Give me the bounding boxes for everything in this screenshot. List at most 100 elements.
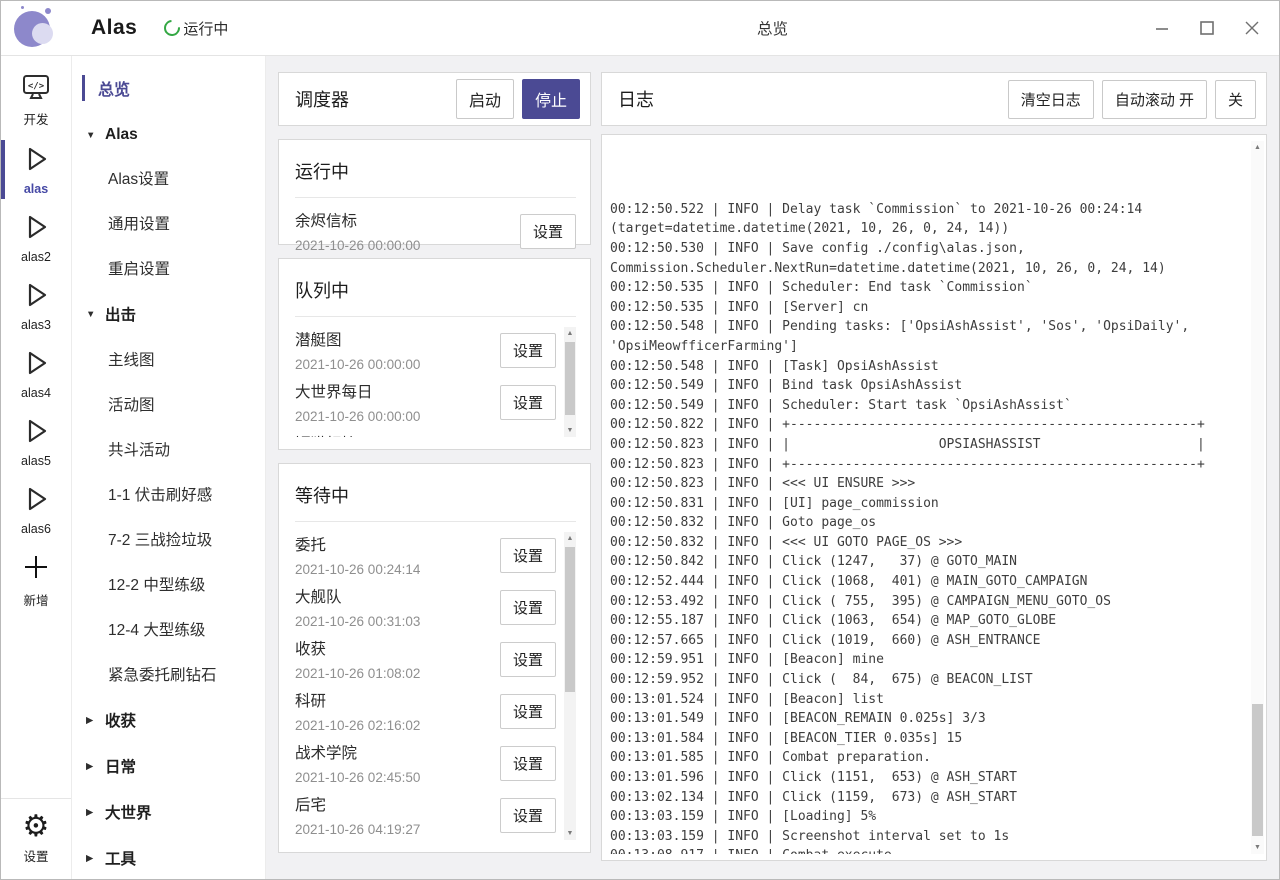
stop-button[interactable]: 停止 bbox=[522, 79, 580, 119]
scroll-down-icon[interactable]: ▼ bbox=[1251, 841, 1264, 854]
scheduler-panel: 调度器 启动 停止 bbox=[278, 72, 591, 126]
nav-group-sortie[interactable]: ▼ 出击 bbox=[72, 303, 265, 325]
log-line: 00:12:50.535 | INFO | [Server] cn bbox=[610, 298, 1249, 318]
nav-group-daily[interactable]: ▶ 日常 bbox=[72, 755, 265, 777]
log-line: 00:12:50.549 | INFO | Bind task OpsiAshA… bbox=[610, 376, 1249, 396]
play-icon bbox=[21, 416, 51, 451]
nav-group-tool[interactable]: ▶ 工具 bbox=[72, 847, 265, 869]
close-button[interactable] bbox=[1237, 13, 1267, 43]
nav-item[interactable]: 7-2 三战捡垃圾 bbox=[72, 528, 265, 550]
log-off-button[interactable]: 关 bbox=[1215, 80, 1256, 119]
task-setting-button[interactable]: 设置 bbox=[520, 214, 576, 249]
log-line: 00:12:59.951 | INFO | [Beacon] mine bbox=[610, 650, 1249, 670]
rail-item-alas[interactable]: alas bbox=[1, 137, 71, 202]
scrollbar-thumb[interactable] bbox=[565, 342, 575, 415]
start-button[interactable]: 启动 bbox=[456, 79, 514, 119]
task-row: 战术学院 2021-10-26 02:45:50 设置 bbox=[295, 740, 556, 792]
nav-menu: 总览 ▼ Alas Alas设置通用设置重启设置 ▼ 出击 主线图活动图共斗活动… bbox=[72, 56, 266, 879]
task-row: 委托 2021-10-26 00:24:14 设置 bbox=[295, 532, 556, 584]
task-name: 委托 bbox=[295, 533, 500, 555]
nav-group-opsi[interactable]: ▶ 大世界 bbox=[72, 801, 265, 823]
nav-item[interactable]: 共斗活动 bbox=[72, 438, 265, 460]
play-icon bbox=[21, 348, 51, 383]
scroll-down-icon[interactable]: ▼ bbox=[564, 827, 576, 840]
task-setting-button[interactable]: 设置 bbox=[500, 590, 556, 625]
log-panel: 00:12:50.522 | INFO | Delay task `Commis… bbox=[601, 134, 1267, 861]
nav-item[interactable]: 12-4 大型练级 bbox=[72, 618, 265, 640]
rail-item-alas5[interactable]: alas5 bbox=[1, 409, 71, 474]
task-row: 余烬信标 2021-10-26 00:00:00 设置 bbox=[295, 208, 576, 260]
log-line: 00:13:01.596 | INFO | Click (1151, 653) … bbox=[610, 768, 1249, 788]
nav-group-reward[interactable]: ▶ 收获 bbox=[72, 709, 265, 731]
nav-group-sortie-items: 主线图活动图共斗活动 1-1 伏击刷好感 7-2 三战捡垃圾 12-2 中型练级 12-… bbox=[72, 348, 265, 685]
minimize-button[interactable] bbox=[1147, 13, 1177, 43]
rail-item-label: 新增 bbox=[23, 590, 48, 609]
rail-item-dev[interactable]: </> 开发 bbox=[1, 66, 71, 134]
scrollbar-thumb[interactable] bbox=[565, 547, 575, 692]
app-window: Alas 运行中 总览 </> bbox=[0, 0, 1280, 880]
rail-item-add[interactable]: 新增 bbox=[1, 545, 71, 615]
nav-group-alas[interactable]: ▼ Alas bbox=[72, 126, 265, 144]
task-time: 2021-10-26 00:00:00 bbox=[295, 238, 520, 253]
nav-group-label: Alas bbox=[105, 126, 138, 144]
rail-item-label: 设置 bbox=[23, 846, 48, 865]
task-name: 后宅 bbox=[295, 793, 500, 815]
autoscroll-toggle-button[interactable]: 自动滚动 开 bbox=[1102, 80, 1207, 119]
clear-log-button[interactable]: 清空日志 bbox=[1008, 80, 1094, 119]
log-line: 00:13:02.134 | INFO | Click (1159, 673) … bbox=[610, 788, 1249, 808]
nav-item[interactable]: 12-2 中型练级 bbox=[72, 573, 265, 595]
scroll-up-icon[interactable]: ▲ bbox=[564, 532, 576, 545]
scrollbar-thumb[interactable] bbox=[1252, 704, 1263, 836]
log-line: 00:13:01.585 | INFO | Combat preparation… bbox=[610, 748, 1249, 768]
running-title: 运行中 bbox=[295, 152, 576, 197]
log-line: 00:12:52.444 | INFO | Click (1068, 401) … bbox=[610, 572, 1249, 592]
nav-item[interactable]: 活动图 bbox=[72, 393, 265, 415]
task-setting-button[interactable]: 设置 bbox=[500, 642, 556, 677]
log-line: 00:12:50.823 | INFO | <<< UI ENSURE >>> bbox=[610, 474, 1249, 494]
task-setting-button[interactable]: 设置 bbox=[500, 694, 556, 729]
nav-item[interactable]: 1-1 伏击刷好感 bbox=[72, 483, 265, 505]
waiting-scrollbar[interactable]: ▲ ▼ bbox=[564, 532, 576, 840]
app-name: Alas bbox=[91, 16, 137, 40]
task-setting-button[interactable]: 设置 bbox=[500, 437, 556, 438]
scheduler-column: 调度器 启动 停止 运行中 余烬信标 2021-10-26 00:00:00 设… bbox=[278, 72, 591, 861]
task-setting-button[interactable]: 设置 bbox=[500, 798, 556, 833]
nav-item[interactable]: 紧急委托刷钻石 bbox=[72, 663, 265, 685]
task-time: 2021-10-26 00:24:14 bbox=[295, 562, 500, 577]
nav-group-label: 日常 bbox=[105, 755, 136, 777]
task-row: 大世界每日 2021-10-26 00:00:00 设置 bbox=[295, 379, 556, 431]
rail-item-alas4[interactable]: alas4 bbox=[1, 341, 71, 406]
page-title: 总览 bbox=[266, 17, 1279, 39]
titlebar: Alas 运行中 总览 bbox=[1, 1, 1279, 56]
nav-group-label: 出击 bbox=[105, 303, 136, 325]
scroll-up-icon[interactable]: ▲ bbox=[1251, 141, 1264, 154]
rail-item-alas6[interactable]: alas6 bbox=[1, 477, 71, 542]
scroll-down-icon[interactable]: ▼ bbox=[564, 424, 576, 437]
log-scrollbar[interactable]: ▲ ▼ bbox=[1251, 141, 1264, 854]
nav-item[interactable]: 通用设置 bbox=[72, 212, 265, 234]
maximize-button[interactable] bbox=[1192, 13, 1222, 43]
nav-item[interactable]: Alas设置 bbox=[72, 167, 265, 189]
code-monitor-icon: </> bbox=[21, 73, 51, 106]
task-name: 余烬信标 bbox=[295, 209, 520, 231]
task-setting-button[interactable]: 设置 bbox=[500, 385, 556, 420]
nav-group-label: 工具 bbox=[105, 847, 136, 869]
task-setting-button[interactable]: 设置 bbox=[500, 333, 556, 368]
task-time: 2021-10-26 00:31:03 bbox=[295, 614, 500, 629]
nav-item[interactable]: 重启设置 bbox=[72, 257, 265, 279]
log-line: 00:12:50.535 | INFO | Scheduler: End tas… bbox=[610, 278, 1249, 298]
nav-item[interactable]: 主线图 bbox=[72, 348, 265, 370]
scroll-up-icon[interactable]: ▲ bbox=[564, 327, 576, 340]
play-icon bbox=[21, 212, 51, 247]
chevron-right-icon: ▶ bbox=[86, 807, 97, 818]
task-name: 战术学院 bbox=[295, 741, 500, 763]
status-label: 运行中 bbox=[183, 18, 228, 39]
nav-item-overview[interactable]: 总览 bbox=[72, 74, 265, 102]
pending-scrollbar[interactable]: ▲ ▼ bbox=[564, 327, 576, 437]
log-column: 日志 清空日志 自动滚动 开 关 00:12:50.522 | INFO | D… bbox=[601, 72, 1267, 861]
task-setting-button[interactable]: 设置 bbox=[500, 746, 556, 781]
rail-item-alas2[interactable]: alas2 bbox=[1, 205, 71, 270]
rail-item-settings[interactable]: ⚙ 设置 bbox=[1, 798, 71, 871]
task-setting-button[interactable]: 设置 bbox=[500, 538, 556, 573]
rail-item-alas3[interactable]: alas3 bbox=[1, 273, 71, 338]
